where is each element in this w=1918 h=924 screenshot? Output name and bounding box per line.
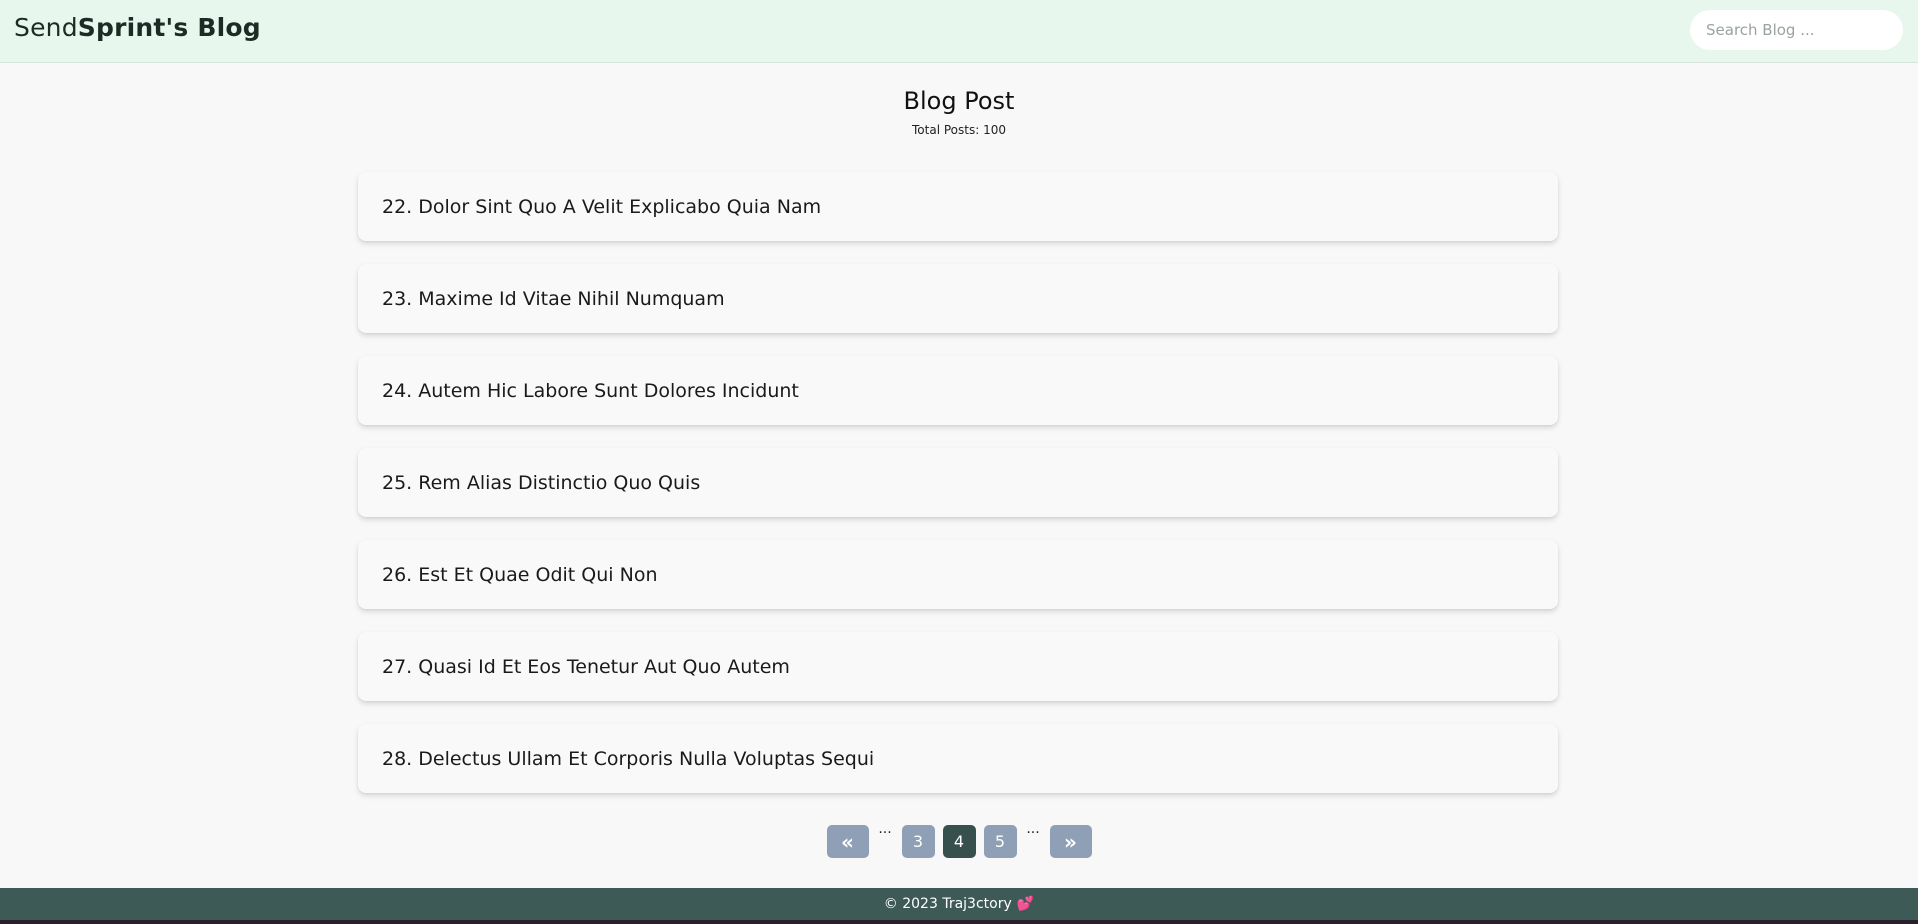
post-title: 25. Rem Alias Distinctio Quo Quis <box>382 471 701 494</box>
brand-send-text: Send <box>14 13 78 42</box>
page-3-button[interactable]: 3 <box>901 825 935 858</box>
double-chevron-left-icon: « <box>841 829 854 854</box>
post-list: 22. Dolor Sint Quo A Velit Explicabo Qui… <box>358 172 1558 816</box>
heart-icon: 💕 <box>1016 896 1035 912</box>
previous-page-button[interactable]: « <box>826 825 869 858</box>
brand-sprint-text: Sprint <box>77 13 166 42</box>
post-title: 26. Est Et Quae Odit Qui Non <box>382 563 658 586</box>
post-card[interactable]: 28. Delectus Ullam Et Corporis Nulla Vol… <box>358 724 1558 793</box>
brand-logo[interactable]: Send Sprint's Blog <box>14 13 261 42</box>
post-card[interactable]: 24. Autem Hic Labore Sunt Dolores Incidu… <box>358 356 1558 425</box>
page-4-button-active[interactable]: 4 <box>942 825 976 858</box>
next-page-button[interactable]: » <box>1049 825 1092 858</box>
page-title: Blog Post <box>903 87 1015 115</box>
post-card[interactable]: 27. Quasi Id Et Eos Tenetur Aut Quo Aute… <box>358 632 1558 701</box>
post-title: 23. Maxime Id Vitae Nihil Numquam <box>382 287 725 310</box>
page-5-button[interactable]: 5 <box>983 825 1017 858</box>
top-header: Send Sprint's Blog <box>0 0 1918 63</box>
post-title: 22. Dolor Sint Quo A Velit Explicabo Qui… <box>382 195 822 218</box>
post-card[interactable]: 23. Maxime Id Vitae Nihil Numquam <box>358 264 1558 333</box>
post-title: 28. Delectus Ullam Et Corporis Nulla Vol… <box>382 747 875 770</box>
brand-blog-text: 's Blog <box>165 13 261 42</box>
pagination: « ... 3 4 5 ... » <box>0 821 1918 858</box>
post-card[interactable]: 25. Rem Alias Distinctio Quo Quis <box>358 448 1558 517</box>
post-card[interactable]: 26. Est Et Quae Odit Qui Non <box>358 540 1558 609</box>
total-posts-count: Total Posts: 100 <box>912 123 1006 137</box>
post-card[interactable]: 22. Dolor Sint Quo A Velit Explicabo Qui… <box>358 172 1558 241</box>
footer: © 2023 Traj3ctory 💕 <box>0 888 1918 924</box>
search-input[interactable] <box>1690 10 1903 50</box>
post-title: 24. Autem Hic Labore Sunt Dolores Incidu… <box>382 379 799 402</box>
post-title: 27. Quasi Id Et Eos Tenetur Aut Quo Aute… <box>382 655 790 678</box>
pagination-ellipsis-right: ... <box>1026 821 1040 837</box>
footer-copyright: © 2023 Traj3ctory <box>883 896 1012 912</box>
pagination-ellipsis-left: ... <box>878 821 892 837</box>
double-chevron-right-icon: » <box>1064 829 1077 854</box>
